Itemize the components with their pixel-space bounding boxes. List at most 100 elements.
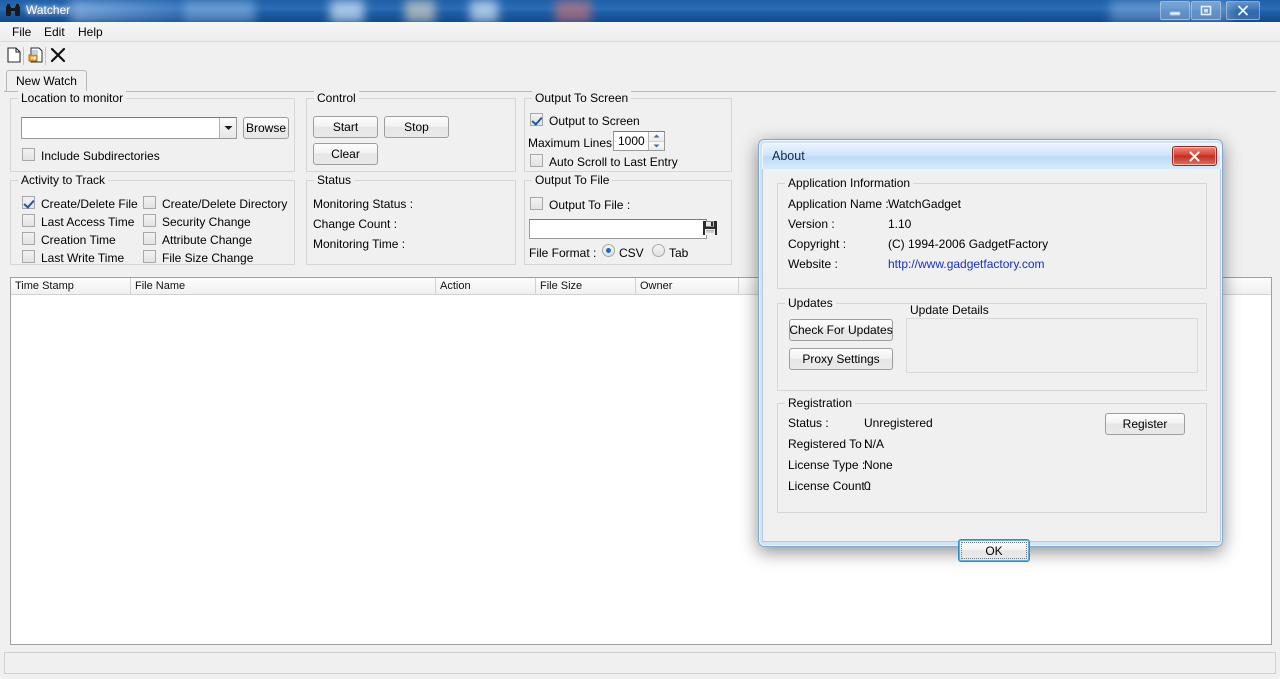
checkbox-last-access-time[interactable] [22, 214, 35, 227]
checkbox-create-delete-directory[interactable] [143, 196, 156, 209]
copyright-value: (C) 1994-2006 GadgetFactory [888, 237, 1049, 251]
register-button[interactable]: Register [1105, 413, 1185, 435]
stop-button[interactable]: Stop [384, 116, 449, 138]
output-file-group-title: Output To File [532, 173, 613, 187]
clear-button[interactable]: Clear [313, 143, 378, 165]
column-header-time-stamp[interactable]: Time Stamp [11, 278, 131, 295]
version-value: 1.10 [888, 217, 912, 231]
registered-to-label: Registered To : [788, 437, 869, 451]
checkbox-file-size-change[interactable] [143, 250, 156, 263]
location-path-combobox[interactable] [21, 117, 237, 139]
checkbox-last-write-time[interactable] [22, 250, 35, 263]
proxy-settings-label: Proxy Settings [802, 352, 880, 366]
tab-strip: New Watch [4, 70, 1276, 92]
menu-item-edit[interactable]: Edit [38, 25, 71, 40]
license-count-value: 0 [864, 479, 871, 493]
tab-strip-underline [4, 91, 1276, 92]
column-header-file-size[interactable]: File Size [536, 278, 636, 295]
binoculars-icon [5, 4, 21, 18]
output-screen-group-title: Output To Screen [532, 91, 632, 105]
include-subdirectories-checkbox[interactable] [22, 148, 35, 161]
ok-button[interactable]: OK [958, 539, 1030, 562]
activity-to-track-group: Activity to Track Create/Delete File Las… [10, 173, 295, 265]
tab-new-watch[interactable]: New Watch [6, 70, 87, 91]
checkbox-attribute-change[interactable] [143, 232, 156, 245]
toolbar [0, 42, 1280, 70]
check-for-updates-label: Check For Updates [789, 323, 893, 337]
output-file-path-input[interactable] [529, 219, 707, 239]
updates-group: Updates Check For Updates Proxy Settings… [777, 296, 1207, 391]
license-type-value: None [864, 458, 893, 472]
website-link[interactable]: http://www.gadgetfactory.com [888, 257, 1045, 271]
license-type-label: License Type : [788, 458, 866, 472]
registered-to-value: N/A [864, 437, 885, 451]
check-for-updates-button[interactable]: Check For Updates [789, 319, 893, 341]
status-bar [4, 652, 1276, 674]
menu-item-file[interactable]: File [6, 25, 37, 40]
registration-status-label: Status : [788, 416, 829, 430]
spinner-down-icon[interactable] [648, 141, 664, 150]
chevron-down-icon[interactable] [219, 118, 236, 138]
change-count-label: Change Count : [313, 217, 398, 231]
start-button-label: Start [332, 120, 359, 134]
column-header-action[interactable]: Action [436, 278, 536, 295]
register-button-label: Register [1122, 417, 1168, 431]
column-header-owner[interactable]: Owner [636, 278, 739, 295]
maximum-lines-value: 1000 [618, 134, 645, 148]
output-to-screen-checkbox[interactable] [530, 113, 543, 126]
location-to-monitor-group: Location to monitor Browse Include Subdi… [10, 91, 295, 172]
start-button[interactable]: Start [313, 116, 378, 138]
menu-bar: File Edit Help [0, 22, 1280, 42]
registration-group: Registration Status : Unregistered Regis… [777, 396, 1207, 513]
maximum-lines-spinner[interactable]: 1000 [613, 131, 665, 151]
output-to-screen-group: Output To Screen Output to Screen Maximu… [524, 91, 732, 172]
column-header-file-name[interactable]: File Name [131, 278, 436, 295]
output-to-file-checkbox[interactable] [530, 197, 543, 210]
radio-tab-label: Tab [669, 246, 689, 260]
save-file-button[interactable] [701, 220, 719, 238]
label-creation-time: Creation Time [41, 233, 116, 247]
checkbox-creation-time[interactable] [22, 232, 35, 245]
tab-new-watch-label: New Watch [16, 74, 77, 88]
label-security-change: Security Change [162, 215, 251, 229]
proxy-settings-button[interactable]: Proxy Settings [789, 348, 893, 370]
checkbox-security-change[interactable] [143, 214, 156, 227]
about-dialog-titlebar: About [762, 143, 1221, 169]
browse-button[interactable]: Browse [243, 117, 289, 139]
spinner-up-icon[interactable] [648, 132, 664, 142]
registration-status-value: Unregistered [864, 416, 933, 430]
auto-scroll-checkbox[interactable] [530, 154, 543, 167]
maximize-button[interactable] [1191, 1, 1221, 20]
browse-button-label: Browse [245, 121, 286, 135]
about-dialog: About Application Information Applicatio… [758, 139, 1223, 562]
label-file-size-change: File Size Change [162, 251, 254, 265]
checkbox-create-delete-file[interactable] [22, 196, 35, 209]
menu-item-help[interactable]: Help [72, 25, 109, 40]
minimize-button[interactable] [1160, 1, 1190, 20]
application-information-title: Application Information [785, 176, 914, 190]
update-details-title: Update Details [910, 303, 989, 317]
toolbar-close-button[interactable] [46, 44, 70, 68]
copyright-label: Copyright : [788, 237, 847, 251]
status-group: Status Monitoring Status : Change Count … [306, 173, 516, 265]
stop-button-label: Stop [404, 120, 429, 134]
radio-csv-label: CSV [619, 246, 644, 260]
radio-tab[interactable] [652, 244, 665, 257]
file-format-label: File Format : [529, 246, 597, 260]
update-details-panel [906, 318, 1198, 373]
label-attribute-change: Attribute Change [162, 233, 253, 247]
version-label: Version : [788, 217, 835, 231]
clear-button-label: Clear [331, 147, 360, 161]
output-to-file-label: Output To File : [549, 198, 631, 212]
application-name-value: WatchGadget [888, 197, 961, 211]
about-dialog-body: Application Information Application Name… [762, 169, 1221, 562]
application-window: Watcher File Edit Help New Watch Locatio… [0, 0, 1280, 679]
application-name-label: Application Name : [788, 197, 889, 211]
about-dialog-close-button[interactable] [1172, 146, 1217, 166]
radio-csv[interactable] [602, 244, 615, 257]
open-import-icon [28, 47, 44, 66]
label-last-access-time: Last Access Time [41, 215, 135, 229]
auto-scroll-label: Auto Scroll to Last Entry [549, 155, 678, 169]
output-to-screen-label: Output to Screen [549, 114, 640, 128]
close-button[interactable] [1226, 1, 1260, 20]
